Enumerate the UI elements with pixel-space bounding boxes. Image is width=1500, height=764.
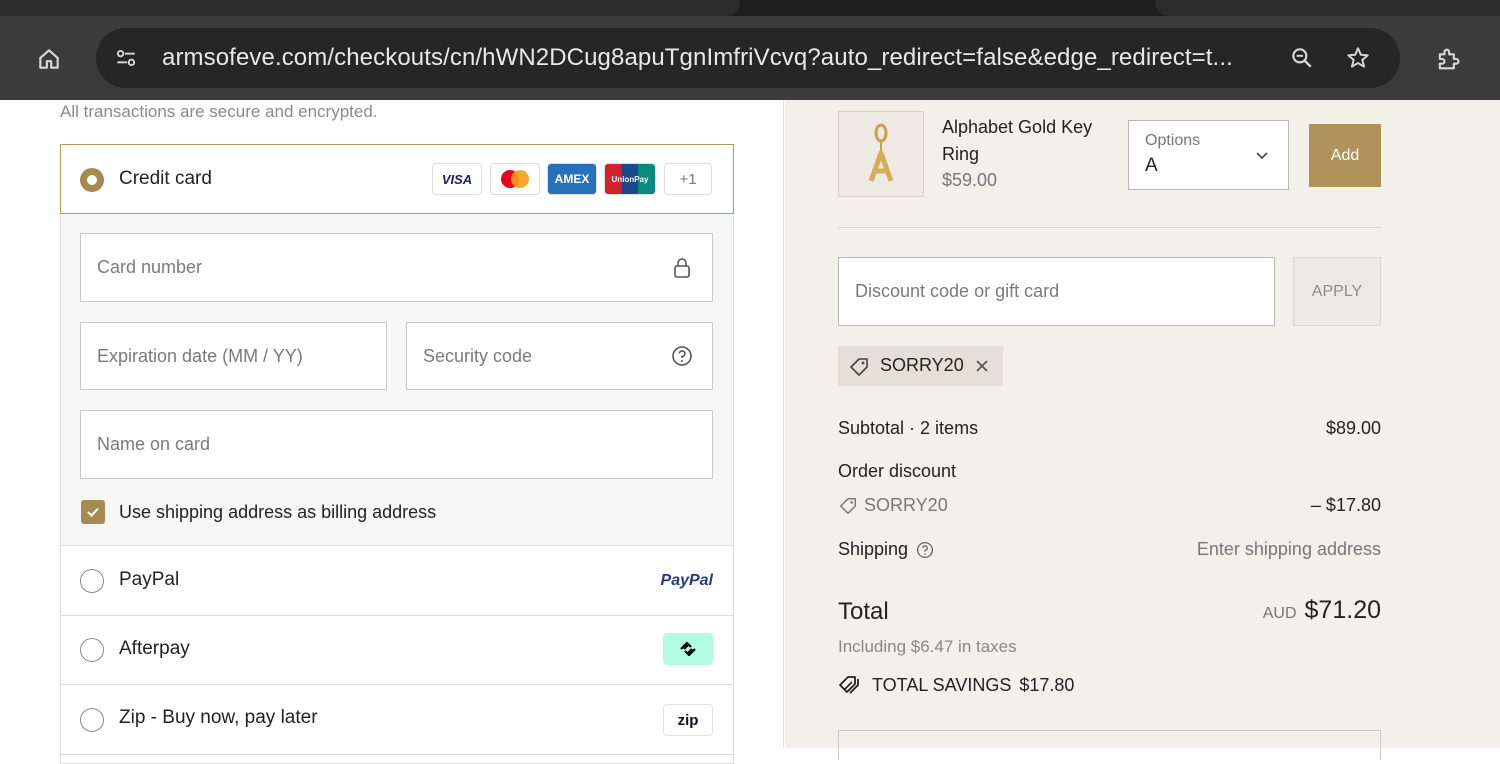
security-code-input[interactable]	[407, 323, 712, 389]
site-settings-icon[interactable]	[110, 42, 142, 74]
amex-logo: AMEX	[547, 163, 597, 195]
billing-address-label[interactable]: Use shipping address as billing address	[119, 502, 436, 523]
discount-code-input[interactable]	[839, 258, 1274, 325]
zip-label: Zip - Buy now, pay later	[119, 707, 318, 728]
security-code-field[interactable]	[406, 322, 713, 390]
options-label: Options	[1145, 132, 1201, 149]
paypal-option[interactable]: PayPal PayPal	[61, 546, 733, 616]
total-amount: AUD $71.20	[1263, 596, 1381, 625]
options-value: A	[1145, 155, 1158, 176]
help-circle-icon[interactable]	[670, 344, 694, 368]
zip-logo: zip	[663, 704, 713, 736]
tag-icon	[850, 358, 868, 376]
product-price: $59.00	[942, 170, 998, 190]
savings-value: $17.80	[1019, 674, 1075, 695]
currency-code: AUD	[1262, 605, 1297, 622]
mastercard-logo	[490, 163, 540, 195]
browser-tab-inactive[interactable]	[1155, 0, 1500, 16]
order-discount-row: Order discount	[838, 461, 1381, 482]
applied-discount-code: SORRY20	[880, 355, 964, 375]
name-on-card-input[interactable]	[81, 411, 712, 478]
chevron-down-icon	[1256, 152, 1268, 160]
zoom-icon[interactable]	[1286, 42, 1318, 74]
bottom-section-box	[838, 730, 1381, 760]
card-number-input[interactable]	[81, 234, 712, 301]
browser-toolbar: armsofeve.com/checkouts/cn/hWN2DCug8apuT…	[0, 16, 1500, 100]
remove-discount-icon[interactable]	[972, 356, 992, 376]
zip-option[interactable]: Zip - Buy now, pay later zip	[61, 685, 733, 755]
credit-card-label: Credit card	[119, 168, 212, 189]
browser-tab-strip	[0, 0, 1500, 16]
shipping-row: Shipping Enter shipping address	[838, 539, 1381, 560]
more-cards-badge: +1	[664, 163, 712, 195]
product-options-select[interactable]: Options A	[1128, 120, 1289, 190]
home-icon[interactable]	[30, 42, 68, 76]
unionpay-logo: UnionPay	[604, 163, 656, 195]
discount-value: – $17.80	[1310, 495, 1381, 515]
url-text[interactable]: armsofeve.com/checkouts/cn/hWN2DCug8apuT…	[162, 44, 1272, 72]
total-savings: TOTAL SAVINGS $17.80	[838, 674, 1074, 696]
afterpay-option[interactable]: Afterpay	[61, 616, 733, 685]
total-value: $71.20	[1304, 596, 1381, 624]
secure-note: All transactions are secure and encrypte…	[60, 102, 378, 121]
expiration-field[interactable]	[80, 322, 387, 390]
paypal-radio[interactable]	[80, 569, 104, 593]
subtotal-value: $89.00	[1325, 418, 1381, 438]
afterpay-label: Afterpay	[119, 638, 190, 659]
discount-code-field[interactable]	[838, 257, 1275, 326]
divider	[838, 227, 1381, 228]
extensions-icon[interactable]	[1430, 42, 1466, 76]
discount-code-row: SORRY20 – $17.80	[838, 495, 1381, 521]
lock-icon	[670, 256, 694, 280]
product-name: Alphabet Gold Key Ring	[942, 117, 1093, 164]
bookmark-star-icon[interactable]	[1342, 42, 1374, 74]
savings-label: TOTAL SAVINGS	[872, 674, 1012, 695]
expiration-input[interactable]	[81, 323, 386, 389]
shipping-label: Shipping	[838, 539, 909, 559]
subtotal-label: Subtotal · 2 items	[838, 418, 979, 438]
billing-address-checkbox[interactable]	[81, 500, 105, 524]
total-label: Total	[838, 598, 889, 625]
name-on-card-field[interactable]	[80, 410, 713, 479]
taxes-note: Including $6.47 in taxes	[838, 637, 1017, 656]
card-number-field[interactable]	[80, 233, 713, 302]
order-summary-panel: Alphabet Gold Key Ring $59.00 Options A …	[785, 100, 1500, 760]
discount-code-label: SORRY20	[864, 495, 948, 515]
tag-icon	[840, 497, 856, 514]
apply-discount-button[interactable]: APPLY	[1293, 257, 1381, 326]
afterpay-radio[interactable]	[80, 638, 104, 662]
shipping-value: Enter shipping address	[1196, 539, 1381, 559]
savings-tag-icon	[839, 676, 859, 694]
applied-discount-chip: SORRY20	[838, 346, 1003, 386]
credit-card-radio[interactable]	[80, 168, 104, 192]
add-product-button[interactable]: Add	[1309, 124, 1381, 187]
payment-methods: Credit card VISA AMEX UnionPay +1 Card n…	[60, 144, 734, 764]
afterpay-logo-icon	[663, 633, 713, 665]
help-circle-icon[interactable]	[916, 541, 934, 559]
paypal-logo: PayPal	[660, 572, 713, 589]
address-bar[interactable]: armsofeve.com/checkouts/cn/hWN2DCug8apuT…	[96, 28, 1400, 88]
product-image	[838, 111, 924, 197]
subtotal-row: Subtotal · 2 items $89.00	[838, 418, 1381, 439]
paypal-label: PayPal	[119, 569, 180, 590]
payment-panel: All transactions are secure and encrypte…	[0, 100, 784, 764]
zip-radio[interactable]	[80, 708, 104, 732]
browser-tab-active[interactable]	[0, 0, 740, 16]
order-discount-label: Order discount	[838, 461, 957, 481]
credit-card-form: Use shipping address as billing address	[61, 214, 733, 546]
visa-logo: VISA	[432, 163, 482, 195]
credit-card-option[interactable]: Credit card VISA AMEX UnionPay +1	[60, 144, 734, 214]
